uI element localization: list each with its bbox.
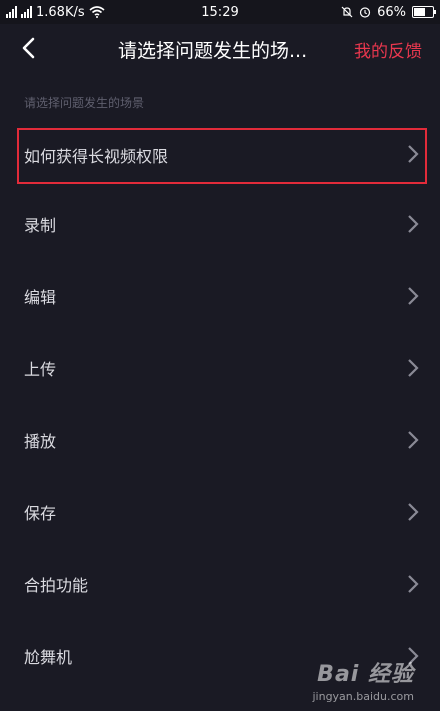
nav-bar: 请选择问题发生的场... 我的反馈	[0, 24, 440, 72]
chevron-right-icon	[408, 359, 419, 377]
back-arrow-icon	[22, 37, 35, 59]
status-right: 66%	[341, 4, 436, 20]
page-title: 请选择问题发生的场...	[118, 40, 308, 62]
list-item-duet[interactable]: 合拍功能	[0, 548, 440, 620]
chevron-right-icon	[408, 145, 419, 163]
signal-icon-2	[21, 6, 32, 18]
chevron-right-icon	[408, 287, 419, 305]
section-hint: 请选择问题发生的场景	[24, 96, 145, 110]
list-item-label: 合拍功能	[24, 576, 89, 595]
chevron-right-icon	[408, 215, 419, 233]
list-item-play[interactable]: 播放	[0, 404, 440, 476]
battery-fill	[414, 8, 425, 16]
back-button[interactable]	[14, 34, 42, 62]
list-item-save[interactable]: 保存	[0, 476, 440, 548]
alarm-icon	[359, 7, 371, 18]
list-item-label: 如何获得长视频权限	[24, 147, 169, 166]
list-item-label: 保存	[24, 504, 57, 523]
network-speed: 1.68K/s	[36, 4, 85, 20]
scene-list: 如何获得长视频权限 录制 编辑 上传 播放 保存 合拍功能 尬舞机	[0, 126, 440, 692]
list-item-long-video-permission[interactable]: 如何获得长视频权限	[0, 126, 440, 188]
chevron-right-icon	[408, 503, 419, 521]
watermark-url: jingyan.baidu.com	[312, 690, 414, 703]
list-item-record[interactable]: 录制	[0, 188, 440, 260]
baidu-jingyan-watermark: Bai 经验 jingyan.baidu.com	[312, 656, 414, 703]
list-item-label: 录制	[24, 216, 57, 235]
list-item-upload[interactable]: 上传	[0, 332, 440, 404]
list-item-label: 编辑	[24, 288, 57, 307]
battery-percent: 66%	[377, 4, 406, 20]
list-item-label: 上传	[24, 360, 57, 379]
mute-bell-icon	[341, 6, 353, 18]
list-item-label: 尬舞机	[24, 648, 73, 667]
list-item-label: 播放	[24, 432, 57, 451]
wifi-icon	[89, 6, 105, 18]
status-bar: 1.68K/s 15:29 66%	[0, 0, 440, 24]
watermark-logo: Bai 经验	[317, 662, 414, 687]
chevron-right-icon	[408, 575, 419, 593]
signal-icon	[6, 6, 17, 18]
my-feedback-link[interactable]: 我的反馈	[354, 37, 422, 62]
status-left: 1.68K/s	[0, 5, 105, 20]
battery-icon	[412, 6, 436, 18]
list-item-edit[interactable]: 编辑	[0, 260, 440, 332]
chevron-right-icon	[408, 431, 419, 449]
